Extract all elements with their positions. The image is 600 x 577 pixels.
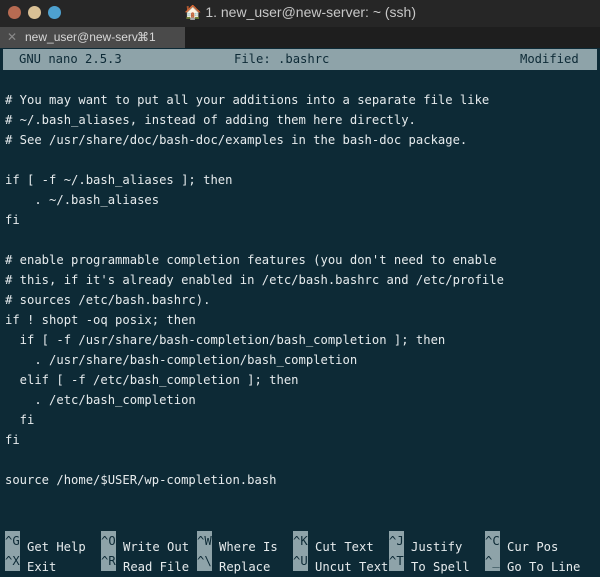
shortcut-key: ^R (101, 551, 116, 571)
editor-line: fi (5, 413, 35, 427)
shortcut-key: ^O (101, 531, 116, 551)
tab-session[interactable]: ✕ new_user@new-serv... ⌘1 (0, 27, 185, 48)
shortcut-key: ^X (5, 551, 20, 571)
shortcut-item[interactable]: ^R Read File (101, 551, 189, 577)
nano-header: GNU nano 2.5.3 File: .bashrc Modified (3, 49, 597, 70)
editor-line: elif [ -f /etc/bash_completion ]; then (5, 373, 299, 387)
editor-line: # You may want to put all your additions… (5, 93, 490, 107)
shortcut-key: ^G (5, 531, 20, 551)
shortcut-key: ^_ (485, 551, 500, 571)
editor-line: fi (5, 213, 20, 227)
window-titlebar: 🏠 1. new_user@new-server: ~ (ssh) (0, 0, 600, 27)
editor-line: # ~/.bash_aliases, instead of adding the… (5, 113, 416, 127)
window-title: 🏠 1. new_user@new-server: ~ (ssh) (183, 4, 416, 20)
shortcut-key: ^K (293, 531, 308, 551)
editor-line: . /etc/bash_completion (5, 393, 196, 407)
nano-version: GNU nano 2.5.3 (19, 52, 122, 66)
shortcut-key: ^W (197, 531, 212, 551)
editor-line: # this, if it's already enabled in /etc/… (5, 273, 504, 287)
shortcut-key: ^C (485, 531, 500, 551)
shortcut-item[interactable]: ^_ Go To Line (485, 551, 580, 577)
shortcut-key: ^J (389, 531, 404, 551)
close-tab-icon[interactable]: ✕ (7, 27, 17, 48)
tab-bar: ✕ new_user@new-serv... ⌘1 (0, 27, 600, 48)
shortcut-item[interactable]: ^U Uncut Text (293, 551, 388, 577)
editor-line: source /home/$USER/wp-completion.bash (5, 473, 277, 487)
editor-line: . ~/.bash_aliases (5, 193, 160, 207)
file-name: File: .bashrc (234, 52, 330, 66)
shortcut-key: ^T (389, 551, 404, 571)
home-icon: 🏠 (183, 4, 206, 20)
shortcut-key: ^\ (197, 551, 212, 571)
shortcut-item[interactable]: ^\ Replace (197, 551, 270, 577)
editor-line: if [ -f ~/.bash_aliases ]; then (5, 173, 233, 187)
editor-line: if ! shopt -oq posix; then (5, 313, 196, 327)
editor-line: # sources /etc/bash.bashrc). (5, 293, 211, 307)
editor-line: . /usr/share/bash-completion/bash_comple… (5, 353, 358, 367)
editor-line: # enable programmable completion feature… (5, 253, 497, 267)
shortcut-item[interactable]: ^X Exit (5, 551, 56, 577)
editor-line: fi (5, 433, 20, 447)
shortcut-item[interactable]: ^T To Spell (389, 551, 470, 577)
shortcut-key: ^U (293, 551, 308, 571)
editor-line: if [ -f /usr/share/bash-completion/bash_… (5, 333, 446, 347)
editor-line: # See /usr/share/doc/bash-doc/examples i… (5, 133, 468, 147)
modified-status: Modified (520, 52, 579, 66)
